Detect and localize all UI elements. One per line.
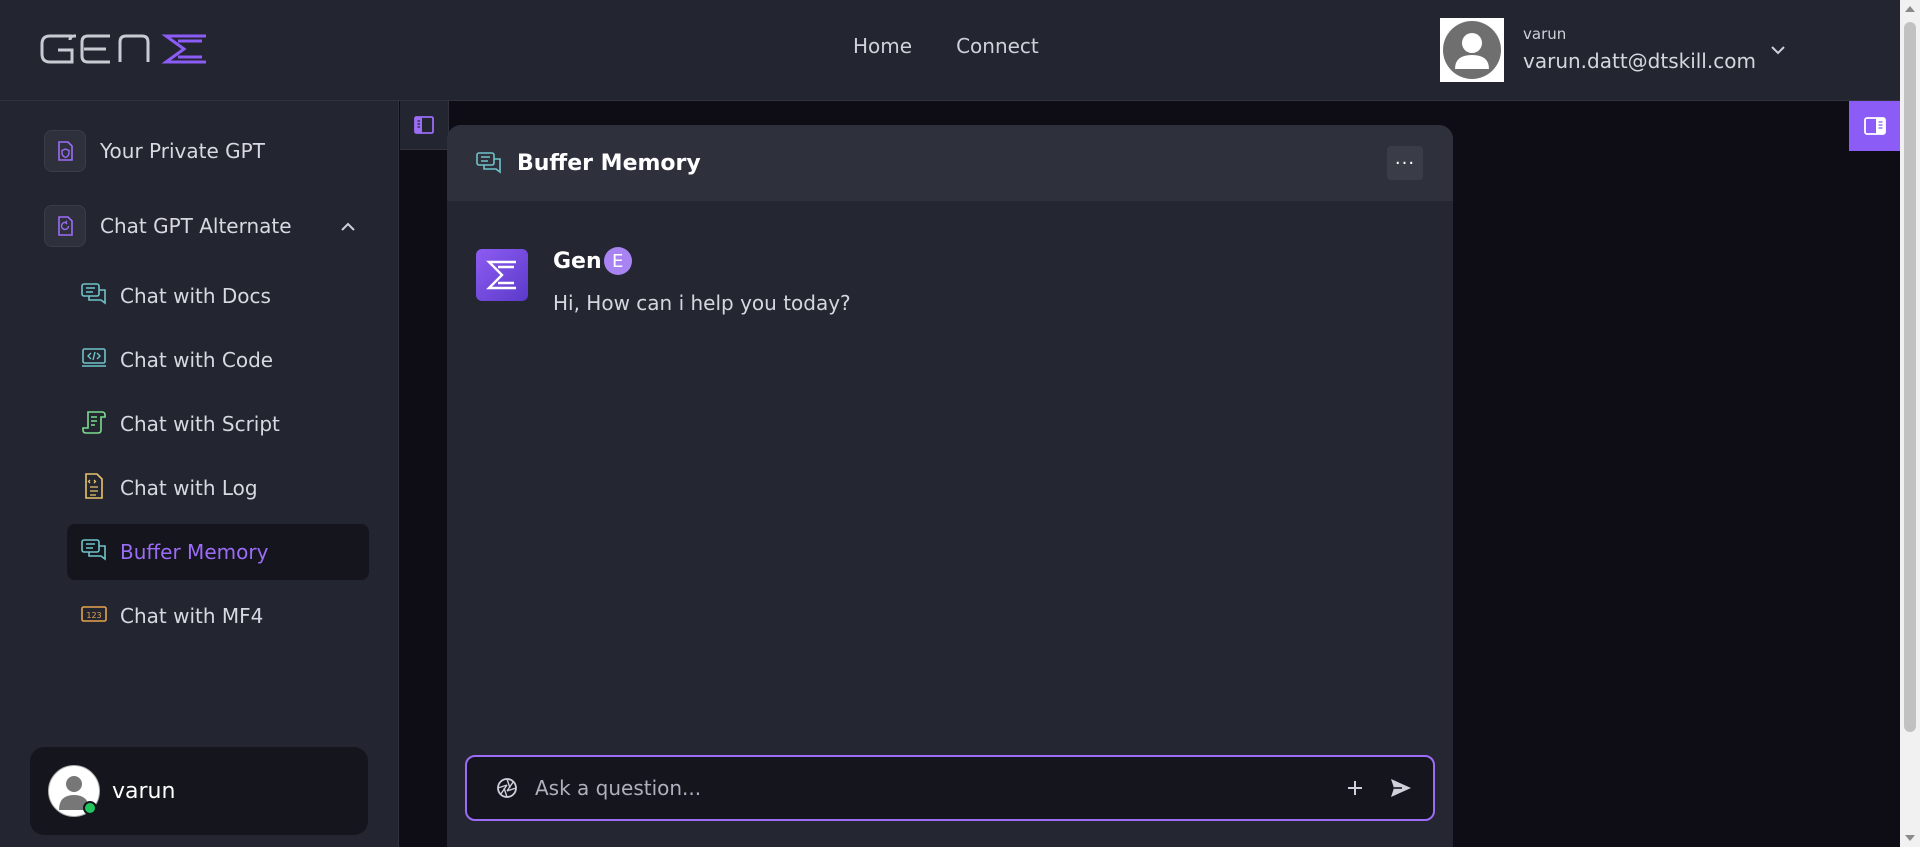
chevron-up-icon[interactable] xyxy=(340,217,356,236)
sidebar-user-card[interactable]: varun xyxy=(30,747,368,835)
sidebar-item-label: Chat GPT Alternate xyxy=(100,214,292,238)
bot-name-badge: E xyxy=(603,247,632,275)
refresh-document-icon xyxy=(44,205,86,247)
bot-avatar xyxy=(476,249,528,301)
sidebar-item-chat-with-docs[interactable]: Chat with Docs xyxy=(80,268,360,324)
sidebar-item-label: Chat with Docs xyxy=(120,284,271,308)
sidebar-item-buffer-memory[interactable]: Buffer Memory xyxy=(67,524,369,580)
bot-name-prefix: Gen xyxy=(553,248,602,274)
online-status-dot xyxy=(83,801,97,815)
user-silhouette-icon xyxy=(1443,21,1501,79)
numeric-card-icon: 123 xyxy=(80,603,108,629)
sidebar-user-name: varun xyxy=(112,778,176,804)
sidebar-toggle-icon xyxy=(414,116,434,134)
log-file-icon xyxy=(80,472,108,504)
sidebar-item-label: Chat with Log xyxy=(120,476,258,500)
panel-right-icon xyxy=(1863,117,1886,135)
nav-home[interactable]: Home xyxy=(853,34,912,58)
page-scrollbar[interactable] xyxy=(1900,0,1920,847)
collapse-sidebar-button[interactable] xyxy=(400,101,449,150)
avatar[interactable] xyxy=(1440,18,1504,82)
question-input[interactable] xyxy=(533,775,1345,801)
plus-icon[interactable] xyxy=(1345,778,1365,798)
chat-bubbles-icon xyxy=(80,282,108,310)
more-options-button[interactable]: ··· xyxy=(1387,146,1423,180)
chat-title: Buffer Memory xyxy=(517,150,701,176)
sidebar-item-label: Chat with MF4 xyxy=(120,604,264,628)
chat-bubbles-icon xyxy=(475,151,503,175)
sigma-logo-icon xyxy=(486,260,516,290)
sidebar-item-chat-with-log[interactable]: Chat with Log xyxy=(80,460,360,516)
sidebar-item-chatgpt-alternate[interactable]: Chat GPT Alternate xyxy=(44,205,364,247)
scroll-down-arrow-icon[interactable] xyxy=(1905,835,1915,841)
chat-input-box xyxy=(465,755,1435,821)
sidebar: Your Private GPT Chat GPT Alternate Chat… xyxy=(0,101,399,847)
bot-name: Gen E xyxy=(553,247,632,275)
svg-text:123: 123 xyxy=(86,611,101,620)
scroll-up-arrow-icon[interactable] xyxy=(1905,6,1915,12)
top-bar: Home Connect varun varun.datt@dtskill.co… xyxy=(0,0,1900,101)
sidebar-item-chat-with-script[interactable]: Chat with Script xyxy=(80,396,360,452)
toggle-right-panel-button[interactable] xyxy=(1849,101,1900,151)
sidebar-item-label: Buffer Memory xyxy=(120,540,269,564)
code-monitor-icon xyxy=(80,346,108,374)
bot-message: Hi, How can i help you today? xyxy=(553,291,851,315)
scroll-thumb[interactable] xyxy=(1904,22,1916,732)
sidebar-item-label: Chat with Script xyxy=(120,412,280,436)
chat-panel: Buffer Memory ··· Gen E Hi, How can i he… xyxy=(447,125,1453,847)
account-username: varun xyxy=(1523,25,1567,43)
account-menu[interactable]: varun varun.datt@dtskill.com xyxy=(1440,18,1900,84)
chat-header: Buffer Memory ··· xyxy=(447,125,1453,201)
sidebar-item-private-gpt[interactable]: Your Private GPT xyxy=(44,130,265,172)
send-icon[interactable] xyxy=(1389,777,1413,799)
nav-connect[interactable]: Connect xyxy=(956,34,1039,58)
sidebar-item-label: Your Private GPT xyxy=(100,139,265,163)
script-scroll-icon xyxy=(80,409,108,439)
sidebar-item-chat-with-mf4[interactable]: 123 Chat with MF4 xyxy=(80,588,360,644)
sidebar-item-chat-with-code[interactable]: Chat with Code xyxy=(80,332,360,388)
main-nav: Home Connect xyxy=(853,34,1039,58)
shield-document-icon xyxy=(44,130,86,172)
gene-logo[interactable] xyxy=(38,30,210,72)
account-email: varun.datt@dtskill.com xyxy=(1523,49,1756,73)
aperture-icon[interactable] xyxy=(495,776,519,800)
sidebar-item-label: Chat with Code xyxy=(120,348,274,372)
chevron-down-icon[interactable] xyxy=(1770,40,1786,59)
chat-bubbles-icon xyxy=(80,538,108,566)
